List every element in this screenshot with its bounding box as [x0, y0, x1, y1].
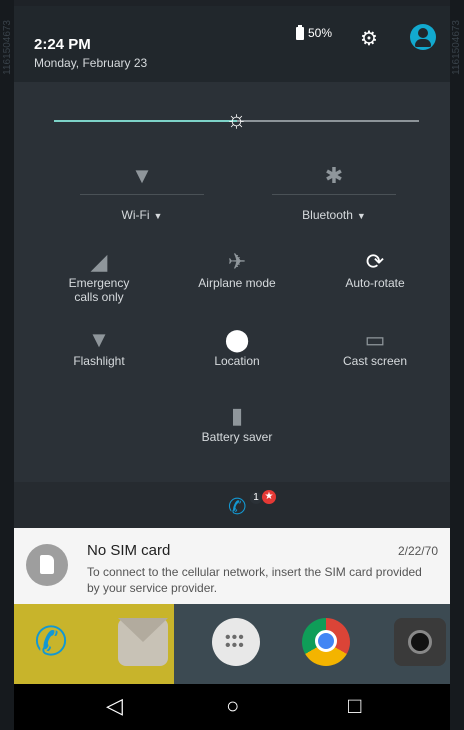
user-icon[interactable] [410, 24, 436, 50]
tile-auto-rotate[interactable]: ⟳ Auto-rotate [320, 248, 430, 290]
emergency-label: Emergency calls only [68, 276, 130, 304]
tile-emergency-calls[interactable]: ◢ Emergency calls only [44, 248, 154, 304]
recents-icon[interactable]: □ [348, 694, 361, 718]
sim-chip-icon [40, 555, 54, 574]
signal-icon: ◢ [90, 249, 108, 274]
navigation-bar: ◁ ○ □ [14, 684, 450, 730]
back-icon[interactable]: ◁ [106, 694, 123, 718]
bluetooth-dropdown[interactable]: Bluetooth ▼ [272, 208, 396, 222]
battery-status: 50% [296, 25, 333, 41]
battery-percent: 50% [308, 26, 333, 40]
tile-wifi[interactable]: ▼ [80, 162, 204, 190]
tile-divider [80, 194, 204, 195]
battery-saver-label: Battery saver [201, 430, 273, 444]
autorotate-label: Auto-rotate [345, 276, 405, 290]
tile-battery-saver[interactable]: ▮ Battery saver [182, 402, 292, 444]
screen: 1161504673 1161504673 2:24 PM Monday, Fe… [0, 0, 464, 730]
tile-cast-screen[interactable]: ▭ Cast screen [320, 326, 430, 368]
right-border [450, 0, 464, 730]
flashlight-icon: ▼ [88, 327, 110, 352]
mail-app-icon[interactable] [118, 618, 168, 666]
left-border [0, 0, 14, 730]
chevron-down-icon: ▼ [356, 211, 366, 221]
cast-label: Cast screen [342, 354, 408, 368]
location-pin-icon: ⬤ [224, 327, 250, 352]
bluetooth-label: Bluetooth [302, 208, 353, 222]
tile-location[interactable]: ⬤ Location [182, 326, 292, 368]
app-drawer-icon[interactable]: ••• ••• [212, 618, 260, 666]
airplane-label: Airplane mode [198, 276, 276, 290]
tile-bluetooth[interactable]: ✱ [272, 162, 396, 190]
home-screen-dock: ✆ ••• ••• [14, 604, 450, 684]
battery-icon [296, 25, 304, 41]
quick-settings-panel: ☼ ▼ Wi-Fi ▼ ✱ Bluetooth ▼ ◢ Emergency call… [14, 82, 450, 482]
brightness-slider-fill [54, 120, 237, 122]
notification-body: To connect to the cellular network, inse… [87, 565, 422, 595]
gear-icon[interactable]: ⚙ [360, 26, 378, 51]
phone-icon[interactable]: ✆ [228, 494, 246, 520]
chevron-down-icon: ▼ [153, 211, 163, 221]
wifi-off-icon: ▼ [131, 163, 153, 188]
chrome-app-icon[interactable] [302, 618, 350, 666]
location-label: Location [214, 354, 260, 368]
home-icon[interactable]: ○ [226, 694, 239, 718]
airplane-icon: ✈ [227, 249, 247, 274]
phone-app-icon[interactable]: ✆ [26, 618, 76, 666]
date-label: Monday, February 23 [34, 56, 148, 70]
camera-app-icon[interactable] [394, 618, 446, 666]
watermark: 1161504673 [2, 20, 13, 75]
battery-saver-icon: ▮ [230, 403, 244, 428]
wifi-dropdown[interactable]: Wi-Fi ▼ [80, 208, 204, 222]
tile-airplane-mode[interactable]: ✈ Airplane mode [182, 248, 292, 290]
watermark: 1161504673 [451, 20, 462, 75]
bluetooth-off-icon: ✱ [324, 163, 344, 188]
quick-settings-header: 2:24 PM Monday, February 23 50% ⚙ [14, 6, 450, 82]
tile-divider [272, 194, 396, 195]
cast-icon: ▭ [364, 327, 386, 352]
tile-flashlight[interactable]: ▼ Flashlight [44, 326, 154, 368]
clock-time: 2:24 PM [34, 36, 91, 53]
wifi-label: Wi-Fi [121, 208, 150, 222]
notification-count-badge: 1 [250, 492, 262, 504]
notification-title: No SIM card [87, 542, 171, 559]
notification-icons-strip: ✆ 1 ★ [14, 482, 450, 528]
notification-card[interactable]: No SIM card 2/22/70 To connect to the ce… [14, 528, 450, 604]
brightness-icon[interactable]: ☼ [225, 108, 249, 132]
notification-date: 2/22/70 [397, 544, 438, 558]
rotate-icon: ⟳ [365, 249, 385, 274]
flashlight-label: Flashlight [73, 354, 125, 368]
star-badge-icon: ★ [262, 490, 276, 504]
